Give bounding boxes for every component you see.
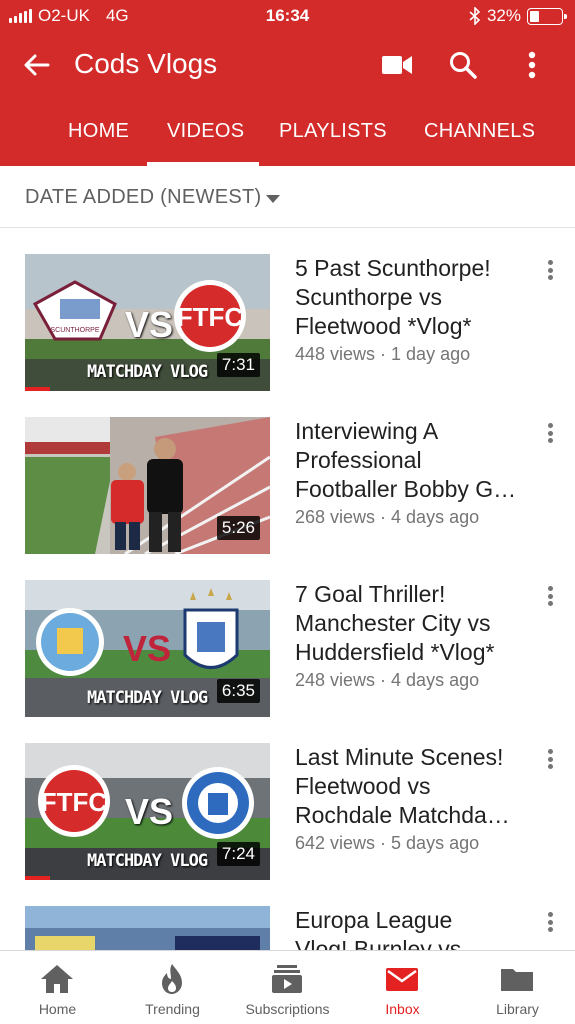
video-title-line: 7 Goal Thriller! [295,581,446,607]
more-options-button[interactable] [513,46,551,84]
watch-progress-bar [25,876,50,880]
svg-text:FTFC: FTFC [41,787,108,817]
video-title-line: Huddersfield *Vlog* [295,639,495,665]
app-bar: Cods Vlogs HOME VIDEOS PLAYLISTS CHANNEL… [0,32,575,166]
video-meta: 268 views · 4 days ago [295,507,480,527]
video-list-item[interactable]: SCUNTHORPE FTFC VS MATCHDAY VLOG 7:31 5 … [0,254,575,394]
nav-label: Inbox [385,1001,420,1017]
video-more-button[interactable] [540,584,560,608]
more-vert-icon [528,51,536,79]
back-button[interactable] [20,48,54,82]
thumbnail-caption: MATCHDAY VLOG [87,851,208,871]
nav-library[interactable]: Library [460,951,575,1024]
video-title[interactable]: Interviewing A Professional Footballer B… [295,417,530,504]
flame-icon [162,964,182,994]
video-duration: 6:35 [216,679,260,703]
search-icon [450,52,477,79]
video-more-button[interactable] [540,910,560,934]
video-meta: 248 views · 4 days ago [295,670,480,690]
nav-subscriptions[interactable]: Subscriptions [230,951,345,1024]
video-duration: 5:26 [216,516,260,540]
video-thumbnail[interactable]: SCUNTHORPE FTFC VS MATCHDAY VLOG 7:31 [25,254,270,391]
video-title-line: 5 Past Scunthorpe! [295,255,491,281]
thumbnail-vs-text: VS [125,304,174,345]
watch-progress-bar [25,387,50,391]
bottom-navigation: Home Trending Subscriptions Inbox Librar… [0,950,575,1024]
video-meta: 448 views · 1 day ago [295,344,471,364]
channel-title: Cods Vlogs [74,48,218,79]
video-title-line: Footballer Bobby G… [295,476,517,502]
video-title[interactable]: Last Minute Scenes! Fleetwood vs Rochdal… [295,743,530,830]
video-title-line: Scunthorpe vs [295,284,443,310]
nav-label: Home [38,1001,77,1017]
video-more-button[interactable] [540,421,560,445]
nav-label: Library [496,1001,539,1017]
video-camera-icon [382,56,412,74]
sort-dropdown[interactable]: DATE ADDED (NEWEST) [0,166,575,228]
sort-label: DATE ADDED (NEWEST) [25,186,262,208]
back-arrow-icon [24,54,50,76]
upload-video-button[interactable] [378,46,416,84]
video-list-item[interactable]: VS MATCHDAY VLOG 6:35 7 Goal Thriller! M… [0,580,575,720]
nav-label: Subscriptions [245,1001,330,1017]
thumbnail-caption: MATCHDAY VLOG [87,688,208,708]
nav-label: Trending [145,1001,200,1017]
thumbnail-caption: MATCHDAY VLOG [87,362,208,382]
video-thumbnail[interactable]: 5:26 [25,417,270,554]
tab-channels[interactable]: CHANNELS [424,120,535,143]
caret-down-icon [266,195,280,203]
tab-home[interactable]: HOME [68,120,129,143]
video-list-item[interactable]: FTFC VS MATCHDAY VLOG 7:24 Last Minute S… [0,743,575,883]
video-list-item[interactable]: 5:26 Interviewing A Professional Footbal… [0,417,575,557]
folder-icon [501,969,533,991]
video-duration: 7:24 [216,842,260,866]
video-more-button[interactable] [540,747,560,771]
video-title-line: Rochdale Matchda… [295,802,510,828]
search-button[interactable] [444,46,482,84]
svg-text:SCUNTHORPE: SCUNTHORPE [50,327,99,334]
video-title-line: Professional [295,447,422,473]
video-title[interactable]: 5 Past Scunthorpe! Scunthorpe vs Fleetwo… [295,254,530,341]
battery-percentage: 32% [486,6,521,25]
video-title-line: Fleetwood vs [295,773,431,799]
inbox-icon [386,968,418,991]
video-title-line: Europa League [295,907,453,933]
nav-trending[interactable]: Trending [115,951,230,1024]
nav-home[interactable]: Home [0,951,115,1024]
subscriptions-icon [272,965,302,993]
video-meta: 642 views · 5 days ago [295,833,480,853]
battery-icon [527,7,567,25]
video-thumbnail[interactable]: FTFC VS MATCHDAY VLOG 7:24 [25,743,270,880]
tab-playlists[interactable]: PLAYLISTS [279,120,387,143]
status-bar: O2-UK 4G 16:34 32% [0,0,575,32]
tab-videos[interactable]: VIDEOS [167,120,244,143]
video-title-line: Last Minute Scenes! [295,744,504,770]
nav-inbox[interactable]: Inbox [345,951,460,1024]
video-title-line: Interviewing A [295,418,439,444]
channel-tabs: HOME VIDEOS PLAYLISTS CHANNELS [0,112,575,166]
thumbnail-vs-text: VS [125,791,174,832]
svg-text:FTFC: FTFC [177,302,244,332]
video-more-button[interactable] [540,258,560,282]
video-thumbnail[interactable]: VS MATCHDAY VLOG 6:35 [25,580,270,717]
video-title-line: Fleetwood *Vlog* [295,313,472,339]
thumbnail-vs-text: VS [123,628,172,669]
video-title[interactable]: 7 Goal Thriller! Manchester City vs Hudd… [295,580,530,667]
home-icon [41,965,73,993]
video-title-line: Manchester City vs [295,610,491,636]
bluetooth-icon [469,7,481,25]
video-duration: 7:31 [216,353,260,377]
